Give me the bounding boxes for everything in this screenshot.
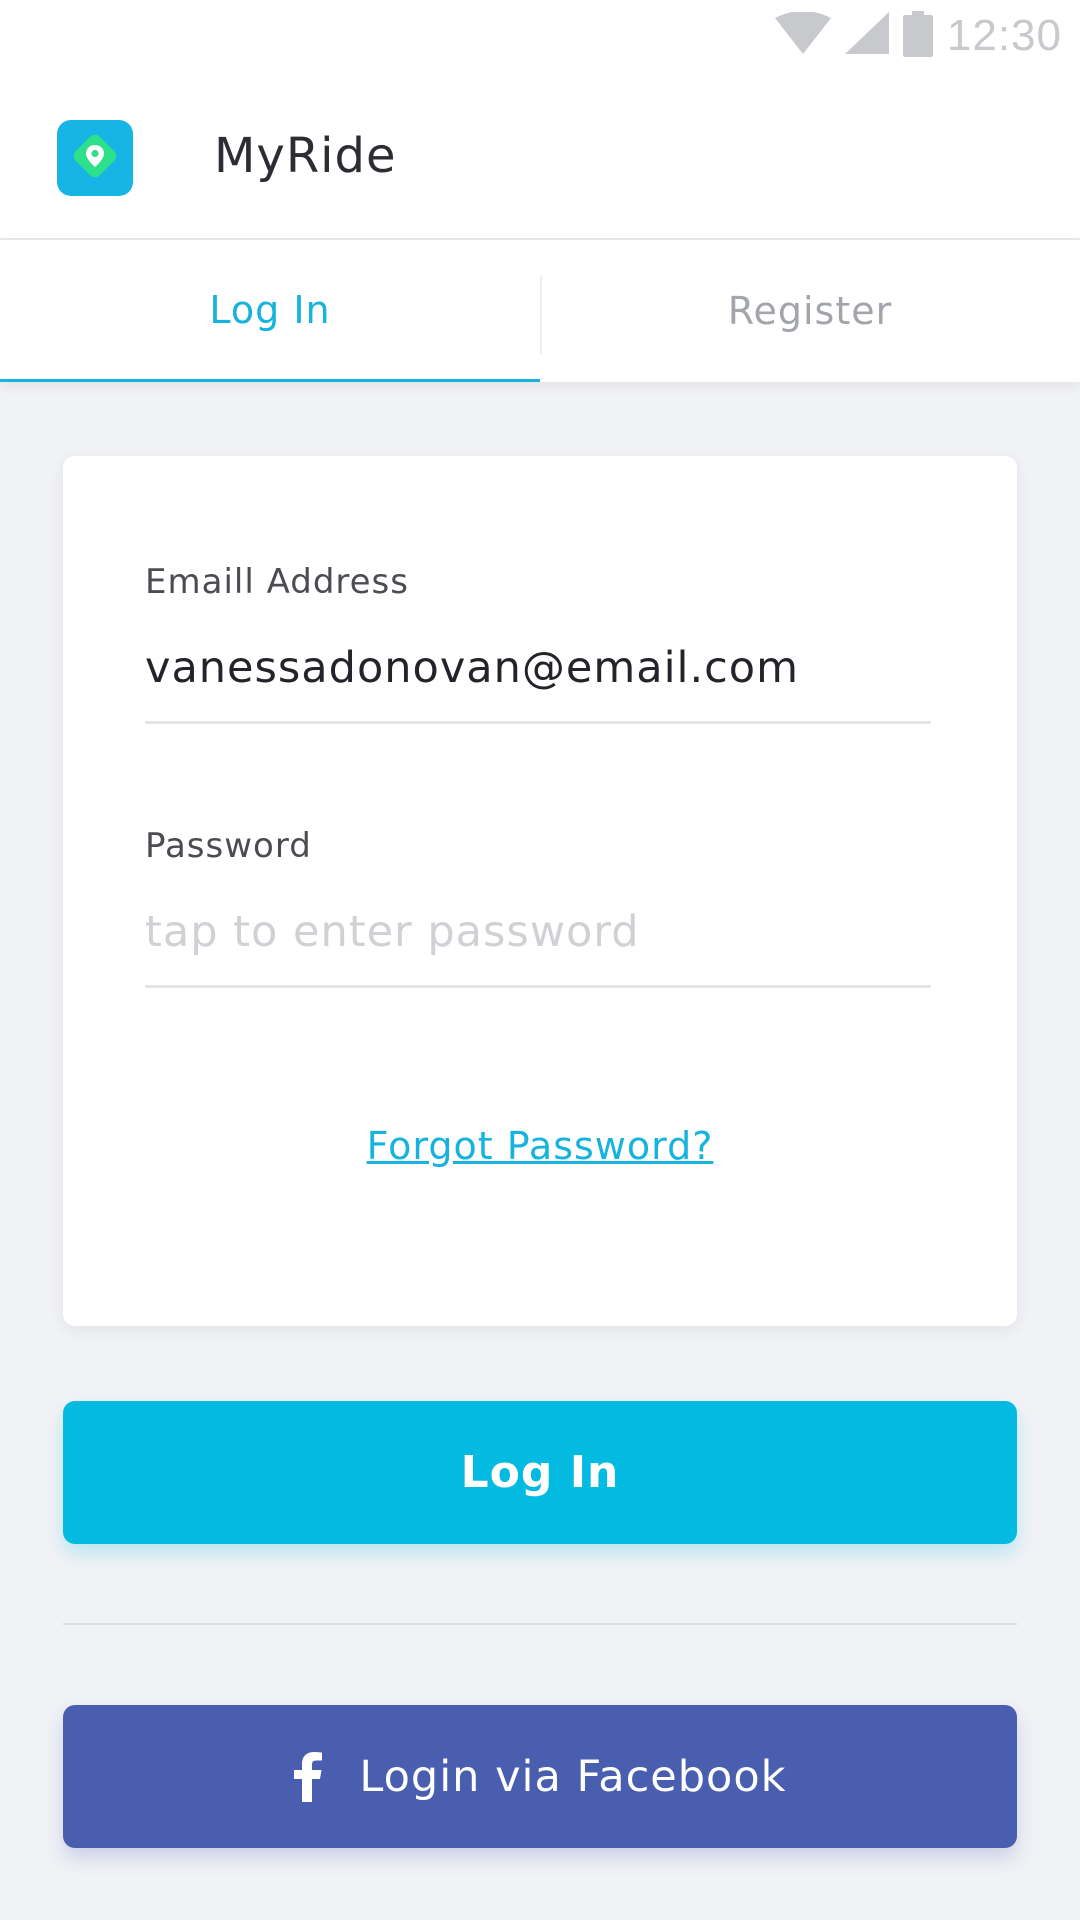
forgot-password-link[interactable]: Forgot Password?: [63, 1124, 1017, 1168]
login-card: Emaill Address Password Forgot Password?: [63, 456, 1017, 1326]
tab-register[interactable]: Register: [540, 240, 1080, 382]
status-time: 12:30: [946, 11, 1062, 60]
tab-log-in[interactable]: Log In: [0, 240, 540, 382]
login-button-label: Log In: [460, 1447, 620, 1498]
status-icons: 12:30: [774, 10, 1062, 62]
email-label: Emaill Address: [145, 562, 409, 602]
login-button[interactable]: Log In: [63, 1401, 1017, 1544]
password-label: Password: [145, 826, 312, 866]
divider: [63, 1623, 1017, 1625]
facebook-login-button[interactable]: Login via Facebook: [63, 1705, 1017, 1848]
app-title: MyRide: [214, 128, 397, 184]
wifi-icon: [774, 11, 831, 60]
app-logo: [57, 120, 133, 196]
app-header: MyRide: [0, 72, 1080, 240]
facebook-icon: [293, 1751, 323, 1802]
battery-icon: [902, 11, 933, 61]
tab-bar: Log In Register: [0, 240, 1080, 382]
status-bar: 12:30: [0, 0, 1080, 72]
map-pin-icon: [71, 132, 119, 184]
signal-icon: [844, 12, 889, 60]
password-field[interactable]: [145, 892, 931, 988]
facebook-button-label: Login via Facebook: [359, 1751, 787, 1802]
email-field[interactable]: [145, 628, 931, 724]
